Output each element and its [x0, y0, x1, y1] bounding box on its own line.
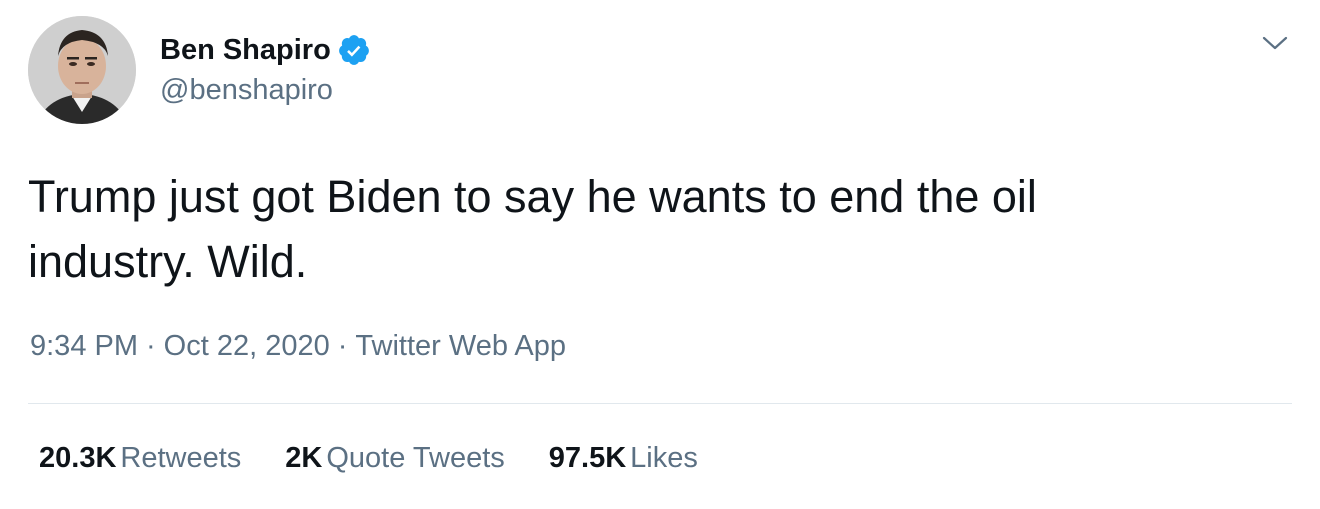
tweet-text: Trump just got Biden to say he wants to …	[28, 171, 1037, 287]
likes-count: 97.5K	[548, 442, 627, 474]
retweets-label: Retweets	[120, 442, 242, 474]
tweet-metadata: 9:34 PM · Oct 22, 2020 · Twitter Web App	[30, 330, 566, 363]
retweets-count: 20.3K	[39, 442, 117, 474]
avatar-photo-icon	[28, 16, 136, 124]
tweet-time[interactable]: 9:34 PM	[30, 330, 138, 362]
tweet-date[interactable]: Oct 22, 2020	[164, 330, 330, 362]
retweets-stat[interactable]: 20.3K Retweets	[39, 442, 241, 475]
tweet-stats: 20.3K Retweets 2K Quote Tweets 97.5K Likes	[39, 442, 742, 475]
likes-label: Likes	[630, 442, 698, 474]
separator: ·	[337, 330, 348, 362]
display-name[interactable]: Ben Shapiro	[160, 34, 331, 67]
author-name-row: Ben Shapiro	[160, 28, 371, 72]
avatar[interactable]	[28, 16, 136, 124]
divider	[28, 403, 1292, 404]
separator: ·	[146, 330, 156, 362]
tweet-card: Ben Shapiro @benshapiro Trump just got B…	[0, 0, 1320, 509]
chevron-down-icon[interactable]	[1258, 28, 1292, 58]
tweet-source[interactable]: Twitter Web App	[355, 330, 566, 362]
likes-stat[interactable]: 97.5K Likes	[549, 442, 698, 475]
quote-tweets-label: Quote Tweets	[326, 442, 505, 474]
author-handle[interactable]: @benshapiro	[160, 74, 333, 107]
verified-badge-icon	[337, 33, 371, 67]
quote-tweets-stat[interactable]: 2K Quote Tweets	[285, 442, 504, 475]
quote-tweets-count: 2K	[285, 442, 323, 474]
